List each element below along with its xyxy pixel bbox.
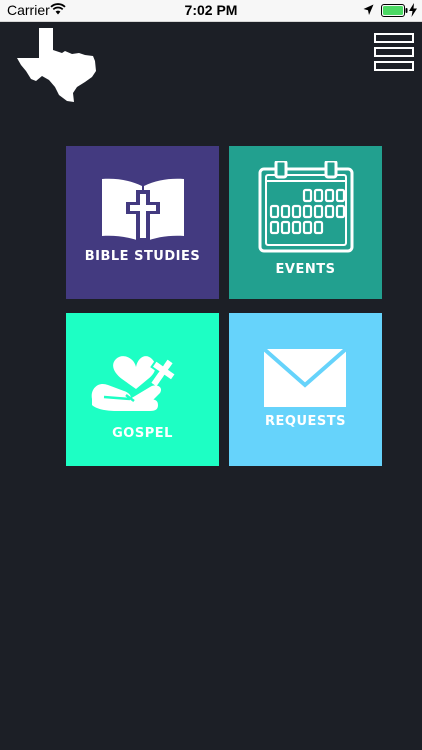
texas-state-icon (17, 27, 97, 107)
menu-bar-bottom (374, 61, 414, 71)
gospel-label: GOSPEL (112, 426, 173, 441)
gospel-tile[interactable]: GOSPEL (66, 313, 219, 466)
menu-bar-middle (374, 47, 414, 57)
menu-bar-top (374, 33, 414, 43)
requests-tile[interactable]: REQUESTS (229, 313, 382, 466)
requests-label: REQUESTS (265, 414, 346, 429)
charging-bolt-icon (409, 3, 417, 21)
bible-cross-icon (102, 178, 184, 242)
calendar-icon (258, 161, 354, 253)
envelope-icon (264, 349, 346, 407)
bible-studies-label: BIBLE STUDIES (84, 249, 201, 264)
hand-heart-cross-icon (91, 356, 178, 411)
battery-icon (381, 4, 408, 21)
bible-studies-tile[interactable]: BIBLE STUDIES (66, 146, 219, 299)
hamburger-menu-button[interactable] (374, 33, 414, 71)
location-arrow-icon (363, 4, 374, 20)
status-bar: Carrier 7:02 PM (0, 0, 422, 22)
status-time: 7:02 PM (184, 2, 238, 18)
events-tile[interactable]: EVENTS (229, 146, 382, 299)
events-label: EVENTS (275, 262, 336, 277)
